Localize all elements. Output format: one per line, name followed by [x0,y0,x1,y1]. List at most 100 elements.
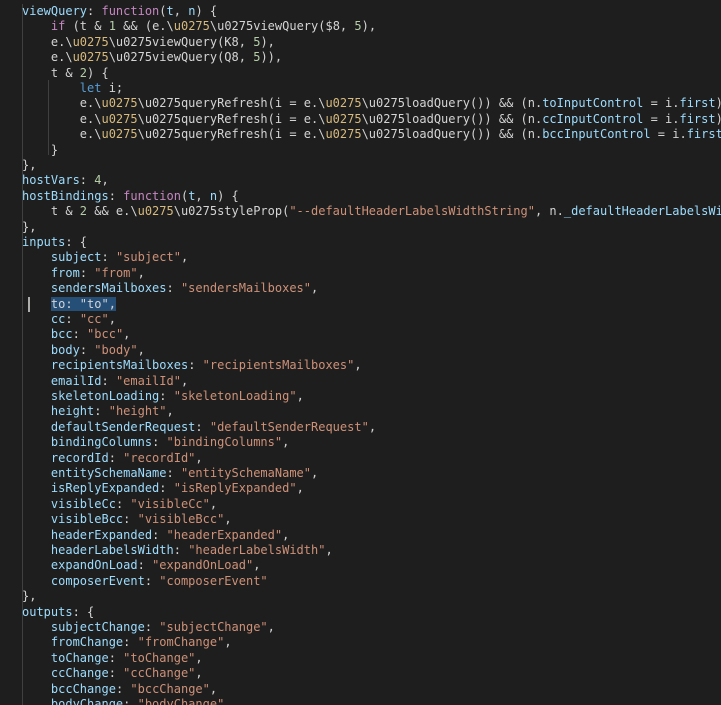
code-token: : [173,543,189,557]
code-token: ( [159,4,167,18]
code-token: : [115,681,131,696]
code-token: i; [101,81,124,95]
code-token: "skeletonLoading" [173,389,297,403]
code-token: "subjectChange" [159,620,268,634]
code-token: "headerLabelsWidth" [188,543,326,557]
code-token: : [137,558,153,573]
code-token: : [115,496,131,511]
code-line: fromChange: "fromChange", [22,635,232,650]
code-token: : [166,281,181,296]
code-token: "recordId" [123,450,196,465]
code-token: , [101,173,109,188]
code-line: skeletonLoading: "skeletonLoading", [22,389,304,404]
code-token: "composerEvent" [159,573,268,588]
code-token: hostBindings [22,188,109,203]
code-token: , [123,327,131,342]
code-token: e.\ [22,34,73,49]
code-token: : [159,481,174,496]
code-token: function [123,188,181,203]
code-token: e.\ [22,96,102,111]
code-token: bcc [50,327,73,342]
code-token: \u0275viewQuery($8, [209,19,355,34]
code-token: , [282,527,290,542]
code-token: : [144,573,160,588]
code-token: toChange [50,650,109,665]
code-line: headerExpanded: "headerExpanded", [22,528,289,543]
code-line: subjectChange: "subjectChange", [22,620,275,635]
code-token: from [50,265,80,280]
code-token: hostVars [22,173,80,188]
code-token: : [79,342,95,357]
code-editor[interactable]: viewQuery: function(t, n) { if (t & 1 &&… [0,0,721,705]
code-token: "subject" [115,250,181,265]
code-token: : [123,512,138,527]
code-token: _defaultHeaderLabelsWidthString [563,204,721,219]
code-token: : [152,435,167,450]
code-token: \u0275queryRefresh(i = e.\ [137,127,326,142]
code-token: "expandOnLoad" [152,558,254,573]
code-token: visibleBcc [50,512,124,527]
code-token: let [79,81,102,95]
code-token: outputs [22,604,73,619]
code-line: from: "from", [22,266,145,281]
code-token: headerLabelsWidth [50,543,174,557]
code-token: "visibleCc" [130,496,210,511]
code-line: emailId: "emailId", [22,374,188,389]
code-token: , [195,666,203,681]
code-token: , [368,419,377,434]
code-line: bccChange: "bccChange", [22,682,217,697]
code-token: ), [361,19,377,34]
code-token: } [22,142,59,157]
code-token: "sendersMailboxes" [180,281,311,296]
code-line: } [22,143,58,158]
code-token: = i. [643,96,680,111]
code-line: headerLabelsWidth: "headerLabelsWidth", [22,543,333,558]
code-token: : [94,404,109,419]
code-token: ) { [195,4,218,18]
code-token: ccInputControl [542,111,644,126]
code-token: \u0275viewQuery(K8, [108,34,254,49]
code-line: e.\u0275\u0275viewQuery(Q8, 5)), [22,50,282,65]
code-token: && (e.\ [115,19,174,34]
code-token: : [79,173,95,188]
code-token: , [311,466,319,480]
code-line: t & 2 && e.\u0275\u0275styleProp("--defa… [22,204,721,219]
code-token: , [108,312,116,326]
text-cursor [28,296,30,312]
code-line: }, [22,589,36,604]
code-token: "defaultSenderRequest" [209,419,369,434]
code-token: \u0275viewQuery(Q8, [108,50,254,65]
code-line: inputs: { [22,235,87,250]
code-token: u0275 [72,34,109,49]
code-token: "cc" [79,312,109,326]
code-token: : [79,265,95,280]
code-token: : [188,358,203,373]
code-token: )), [260,50,283,65]
code-token: , [354,358,362,373]
code-token: \u0275styleProp( [173,204,290,219]
code-line: isReplyExpanded: "isReplyExpanded", [22,481,304,496]
code-token: , [173,4,189,18]
code-token: , [224,512,232,527]
code-token: , [180,373,189,388]
code-token: composerEvent [50,573,145,588]
code-token: , [267,620,275,634]
code-token: u0275 [72,50,109,65]
code-token: skeletonLoading [50,389,160,403]
code-token: : { [72,604,95,619]
code-token: "emailId" [115,373,181,388]
code-token: , n. [534,204,564,219]
code-line: e.\u0275\u0275queryRefresh(i = e.\u0275\… [22,96,721,111]
